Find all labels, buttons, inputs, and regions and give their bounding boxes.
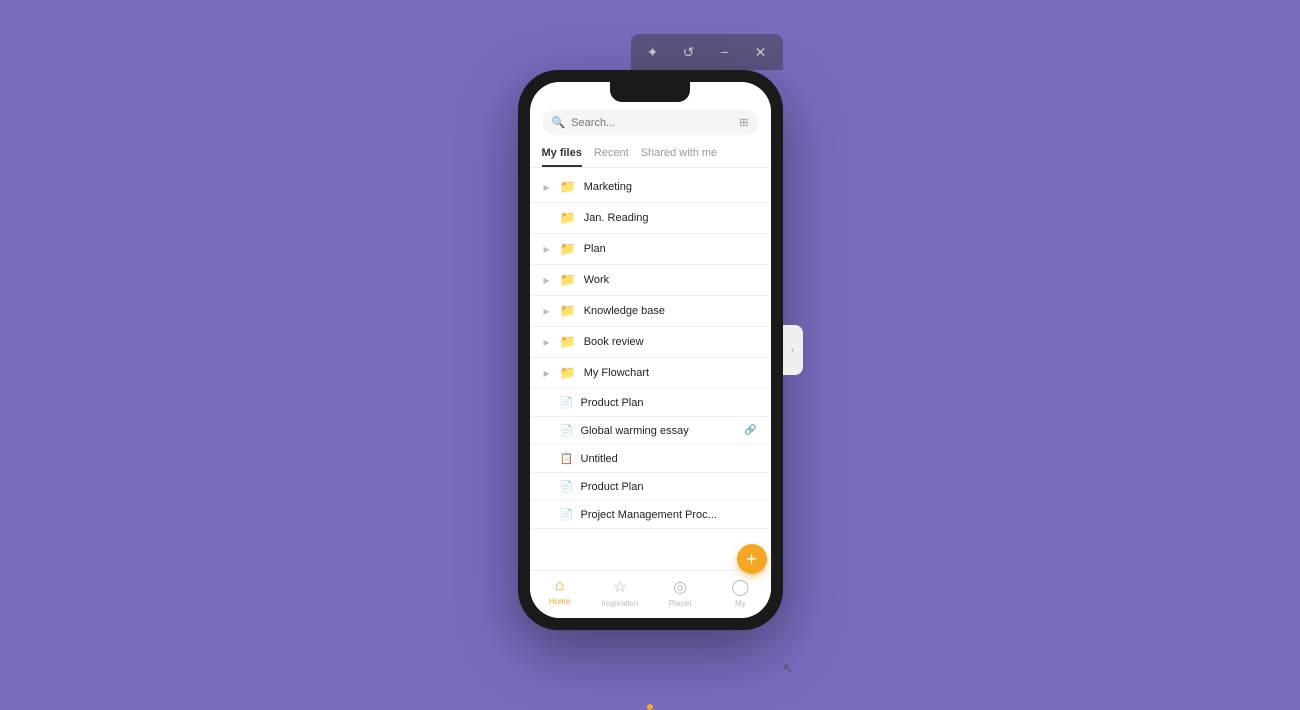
file-name: My Flowchart xyxy=(584,367,757,379)
list-item[interactable]: 📄 Product Plan xyxy=(530,473,771,501)
expand-icon: ▶ xyxy=(544,307,552,316)
list-item[interactable]: ▶ 📁 Plan xyxy=(530,234,771,265)
folder-icon: 📁 xyxy=(560,303,576,319)
planet-icon: ◎ xyxy=(673,577,687,597)
file-name: Book review xyxy=(584,336,757,348)
folder-icon: 📁 xyxy=(560,179,576,195)
file-name: Project Management Proc... xyxy=(581,509,757,521)
expand-icon: ▶ xyxy=(544,276,552,285)
history-button[interactable]: ↺ xyxy=(677,40,701,64)
list-item[interactable]: 📄 Product Plan xyxy=(530,389,771,417)
app-window: ✦ ↺ − ✕ 🔍 ⊞ My files Recent Shared with … xyxy=(518,70,783,630)
file-name: Jan. Reading xyxy=(584,212,757,224)
file-name: Knowledge base xyxy=(584,305,757,317)
folder-icon: 📁 xyxy=(560,334,576,350)
search-box[interactable]: 🔍 ⊞ xyxy=(542,110,759,135)
search-input[interactable] xyxy=(571,117,733,129)
nav-planet-label: Planet xyxy=(669,599,692,608)
nav-my-label: My xyxy=(735,599,746,608)
file-name: Untitled xyxy=(581,453,757,465)
inspiration-icon: ☆ xyxy=(613,577,627,597)
close-button[interactable]: ✕ xyxy=(749,40,773,64)
file-name: Global warming essay xyxy=(581,425,737,437)
file-name: Work xyxy=(584,274,757,286)
list-item[interactable]: 📁 Jan. Reading xyxy=(530,203,771,234)
list-item[interactable]: ▶ 📁 Marketing xyxy=(530,172,771,203)
sparkle-button[interactable]: ✦ xyxy=(641,40,665,64)
document-icon: 📋 xyxy=(560,452,573,465)
expand-icon: ▶ xyxy=(544,245,552,254)
nav-inspiration-label: Inspiration xyxy=(601,599,638,608)
folder-icon: 📁 xyxy=(560,365,576,381)
my-icon: ◯ xyxy=(731,577,749,597)
list-item[interactable]: ▶ 📁 Knowledge base xyxy=(530,296,771,327)
file-name: Product Plan xyxy=(581,397,757,409)
list-item[interactable]: 📋 Untitled xyxy=(530,445,771,473)
tab-shared-with-me[interactable]: Shared with me xyxy=(641,147,717,167)
minimize-button[interactable]: − xyxy=(713,40,737,64)
file-name: Plan xyxy=(584,243,757,255)
nav-planet[interactable]: ◎ Planet xyxy=(650,577,710,608)
expand-icon: ▶ xyxy=(544,183,552,192)
expand-icon: ▶ xyxy=(544,338,552,347)
side-handle[interactable]: › xyxy=(783,325,803,375)
tab-recent[interactable]: Recent xyxy=(594,147,629,167)
file-name: Marketing xyxy=(584,181,757,193)
list-item[interactable]: 📄 Global warming essay 🔗 xyxy=(530,417,771,445)
file-list: ▶ 📁 Marketing 📁 Jan. Reading ▶ 📁 Plan ▶ xyxy=(530,168,771,570)
phone-screen: 🔍 ⊞ My files Recent Shared with me ▶ 📁 M… xyxy=(530,82,771,618)
folder-icon: 📁 xyxy=(560,210,576,226)
fab-add-button[interactable]: + xyxy=(737,544,767,574)
expand-icon: ▶ xyxy=(544,369,552,378)
folder-icon: 📁 xyxy=(560,272,576,288)
nav-inspiration[interactable]: ☆ Inspiration xyxy=(590,577,650,608)
phone-frame: 🔍 ⊞ My files Recent Shared with me ▶ 📁 M… xyxy=(518,70,783,630)
document-icon: 📄 xyxy=(560,424,573,437)
share-icon: 🔗 xyxy=(744,425,756,436)
list-item[interactable]: ▶ 📁 Book review xyxy=(530,327,771,358)
list-item[interactable]: ▶ 📁 My Flowchart xyxy=(530,358,771,389)
cursor: ↖ xyxy=(783,660,793,670)
nav-home-label: Home xyxy=(549,597,570,606)
grid-view-icon[interactable]: ⊞ xyxy=(739,116,748,129)
nav-my[interactable]: ◯ My xyxy=(710,577,770,608)
bottom-nav: ⌂ Home ☆ Inspiration ◎ Planet ◯ My xyxy=(530,570,771,618)
title-bar: ✦ ↺ − ✕ xyxy=(631,34,783,70)
tab-bar: My files Recent Shared with me xyxy=(530,141,771,168)
tab-my-files[interactable]: My files xyxy=(542,147,582,167)
file-name: Product Plan xyxy=(581,481,757,493)
folder-icon: 📁 xyxy=(560,241,576,257)
list-item[interactable]: 📄 Project Management Proc... xyxy=(530,501,771,529)
orange-indicator xyxy=(647,704,653,710)
document-icon: 📄 xyxy=(560,396,573,409)
document-icon: 📄 xyxy=(560,508,573,521)
document-icon: 📄 xyxy=(560,480,573,493)
search-icon: 🔍 xyxy=(552,116,566,129)
phone-notch xyxy=(610,82,690,102)
list-item[interactable]: ▶ 📁 Work xyxy=(530,265,771,296)
home-icon: ⌂ xyxy=(555,577,565,595)
nav-home[interactable]: ⌂ Home xyxy=(530,577,590,608)
